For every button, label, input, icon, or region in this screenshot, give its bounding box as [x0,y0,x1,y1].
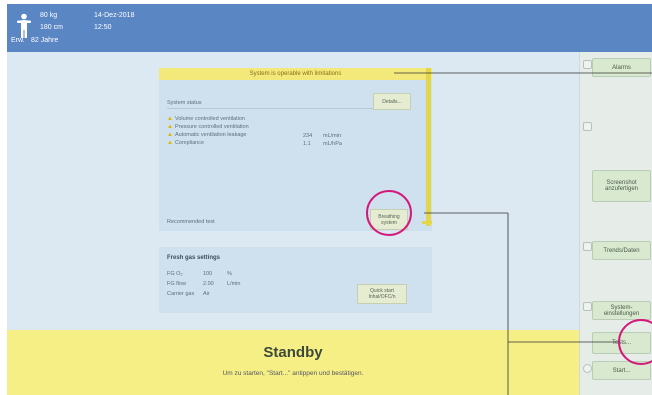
warning-icon: ▲ [167,124,173,130]
system-status-panel: System is operable with limitations Syst… [159,68,432,231]
age-value: 82 Jahre [31,37,59,44]
highlight-bracket [422,221,432,224]
status-banner: System is operable with limitations [159,68,432,80]
carrier-gas-value: Air [203,291,210,297]
highlight-bracket [426,68,431,226]
fg-o2-unit: % [227,271,232,277]
leakage-value: 234 [303,133,313,139]
fg-o2-label: FG O₂ [167,271,183,277]
divider [167,108,375,109]
warning-icon: ▲ [167,140,173,146]
recommended-test-label: Recommended test [167,219,215,225]
weight-value: 80 kg [40,12,58,19]
fresh-gas-title: Fresh gas settings [167,255,221,261]
system-settings-button[interactable]: System-einstellungen [592,301,651,320]
standby-title: Standby [263,344,323,361]
trends-check-icon [583,242,592,251]
compliance-value: 1.1 [303,141,311,147]
quick-start-button[interactable]: Quick start Inhal/OFC/n [357,284,407,304]
warning-icon: ▲ [167,132,173,138]
screenshot-indicator-icon [583,122,592,131]
warning-row: ▲ Volume controlled ventilation [167,116,245,122]
alarms-button[interactable]: Alarms [592,58,651,77]
warning-row: ▲ Compliance [167,140,204,146]
warning-row: ▲ Pressure controlled ventilation [167,124,249,130]
start-indicator-icon [583,364,592,373]
details-button[interactable]: Details... [373,93,411,110]
patient-header: 80 kg 180 cm Erw. 82 Jahre 14-Dez-2018 1… [7,4,652,52]
alarm-indicator-icon [583,60,592,69]
screenshot-button[interactable]: Screenshot anzufertigen [592,170,651,202]
warning-icon: ▲ [167,116,173,122]
system-status-title: System status [167,100,202,106]
time-value: 12:50 [94,24,112,31]
tests-button[interactable]: Tests... [592,332,651,354]
standby-subtitle: Um zu starten, "Start..." antippen und b… [222,370,364,377]
fg-o2-value: 100 [203,271,213,277]
start-button[interactable]: Start... [592,361,651,380]
fresh-gas-panel: Fresh gas settings FG O₂ 100 % FG flow 2… [159,247,432,313]
trends-data-button[interactable]: Trends/Daten [592,241,651,260]
fg-flow-label: FG flow [167,281,186,287]
patient-type: Erw. [11,37,25,44]
right-sidebar: Alarms Screenshot anzufertigen Trends/Da… [579,52,652,395]
carrier-gas-label: Carrier gas [167,291,195,297]
date-value: 14-Dez-2018 [94,12,135,19]
height-value: 180 cm [40,24,63,31]
fg-flow-value: 2.00 [203,281,214,287]
fg-flow-unit: L/min [227,281,241,287]
system-check-icon [583,302,592,311]
compliance-unit: mL/hPa [323,141,342,147]
app-frame: 80 kg 180 cm Erw. 82 Jahre 14-Dez-2018 1… [7,4,652,395]
breathing-system-button[interactable]: Breathing system [370,209,408,230]
warning-row: ▲ Automatic ventilation leakage [167,132,247,138]
standby-bar: Standby Um zu starten, "Start..." antipp… [7,330,579,395]
leakage-unit: mL/min [323,133,342,139]
